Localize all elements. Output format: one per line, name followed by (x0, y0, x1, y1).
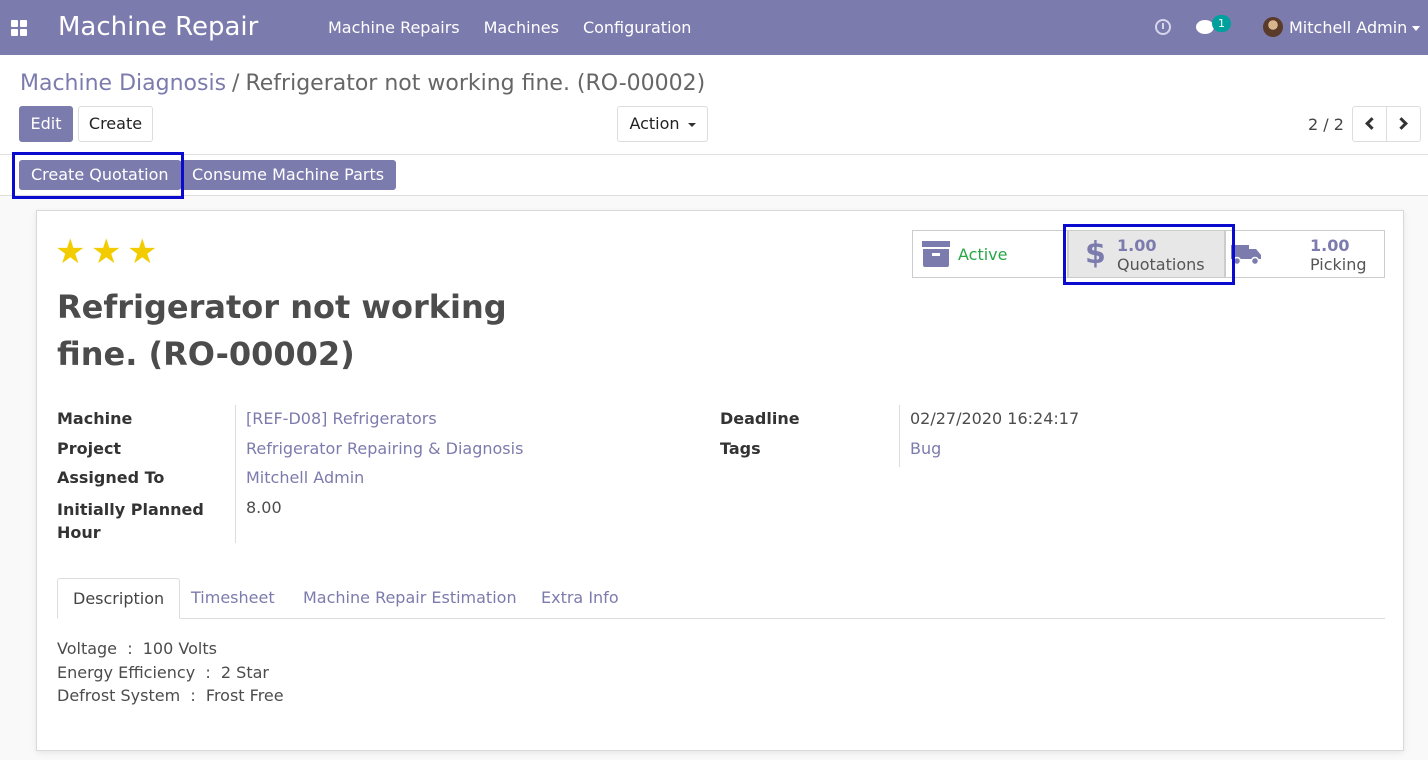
deadline-field[interactable]: 02/27/2020 16:24:17 (910, 409, 1079, 428)
field-divider (899, 405, 900, 467)
breadcrumb: Machine Diagnosis / Refrigerator not worki… (20, 71, 705, 96)
description-line: Defrost System : Frost Free (57, 686, 284, 705)
machine-label: Machine (57, 409, 133, 428)
tab-extra-info[interactable]: Extra Info (526, 578, 634, 619)
control-panel: Machine Diagnosis / Refrigerator not worki… (0, 55, 1428, 155)
top-navbar: Machine Repair Machine Repairs Machines … (0, 0, 1428, 55)
description-line: Energy Efficiency : 2 Star (57, 663, 269, 682)
picking-label: Picking (1310, 255, 1367, 274)
main-menu: Machine Repairs Machines Configuration (328, 18, 715, 37)
pager-value: 2 / 2 (1308, 115, 1344, 134)
action-dropdown[interactable]: Action (617, 106, 708, 142)
deadline-label: Deadline (720, 409, 800, 428)
tab-timesheet[interactable]: Timesheet (176, 578, 290, 619)
app-title: Machine Repair (58, 12, 259, 42)
record-title: Refrigerator not working fine. (RO-00002… (57, 284, 527, 378)
menu-configuration[interactable]: Configuration (583, 18, 692, 37)
planned-hours-label-line-2: Hour (57, 523, 101, 542)
chat-badge: 1 (1212, 15, 1231, 32)
highlight-box (12, 152, 184, 199)
chevron-left-icon (1365, 117, 1378, 130)
form-sheet: ★ ★ ★ Refrigerator not working fine. (RO… (36, 210, 1404, 751)
active-toggle-button[interactable]: Active (912, 230, 1068, 278)
assigned-to-label: Assigned To (57, 468, 165, 487)
menu-machine-repairs[interactable]: Machine Repairs (328, 18, 460, 37)
star-icon[interactable]: ★ (91, 235, 121, 269)
pager-next-button[interactable] (1386, 106, 1421, 142)
user-menu[interactable]: Mitchell Admin (1289, 18, 1407, 37)
description-line: Voltage : 100 Volts (57, 639, 217, 658)
machine-field[interactable]: [REF-D08] Refrigerators (246, 409, 437, 428)
chevron-right-icon (1395, 117, 1408, 130)
picking-smart-button[interactable]: 1.00 Picking (1225, 230, 1385, 278)
caret-down-icon[interactable] (1412, 26, 1420, 31)
truck-icon (1231, 245, 1261, 265)
avatar[interactable] (1263, 17, 1283, 37)
star-icon[interactable]: ★ (127, 235, 157, 269)
form-header-bar: Create Quotation Consume Machine Parts (0, 155, 1428, 196)
create-button[interactable]: Create (78, 106, 153, 142)
menu-machines[interactable]: Machines (484, 18, 559, 37)
record-title-line-1: Refrigerator not working (57, 288, 507, 326)
project-label: Project (57, 439, 122, 458)
planned-hours-label-line-1: Initially Planned (57, 500, 204, 519)
picking-count: 1.00 (1310, 236, 1350, 255)
tags-field[interactable]: Bug (910, 439, 941, 458)
record-title-line-2: fine. (RO-00002) (57, 335, 355, 373)
notebook-tabs: Description Timesheet Machine Repair Est… (57, 578, 1385, 619)
apps-grid-icon[interactable] (11, 20, 27, 36)
tags-label: Tags (720, 439, 761, 458)
star-icon[interactable]: ★ (55, 235, 85, 269)
assigned-to-field[interactable]: Mitchell Admin (246, 468, 364, 487)
breadcrumb-separator: / (232, 71, 240, 96)
planned-hours-label: Initially Planned Hour (57, 498, 204, 544)
planned-hours-field[interactable]: 8.00 (246, 498, 282, 517)
edit-button[interactable]: Edit (19, 106, 73, 142)
archive-icon (922, 241, 950, 267)
project-field[interactable]: Refrigerator Repairing & Diagnosis (246, 439, 523, 458)
breadcrumb-current: Refrigerator not working fine. (RO-00002… (245, 71, 706, 96)
field-divider (235, 405, 236, 543)
active-label: Active (958, 245, 1008, 264)
tab-machine-repair-estimation[interactable]: Machine Repair Estimation (288, 578, 532, 619)
consume-machine-parts-button[interactable]: Consume Machine Parts (180, 160, 397, 190)
highlight-box (1063, 224, 1235, 285)
caret-down-icon (687, 122, 696, 127)
activity-clock-icon[interactable] (1155, 19, 1171, 35)
priority-stars[interactable]: ★ ★ ★ (55, 235, 157, 269)
breadcrumb-parent[interactable]: Machine Diagnosis (20, 71, 226, 96)
tab-description[interactable]: Description (57, 578, 181, 619)
action-label: Action (629, 114, 680, 133)
pager-previous-button[interactable] (1352, 106, 1387, 142)
